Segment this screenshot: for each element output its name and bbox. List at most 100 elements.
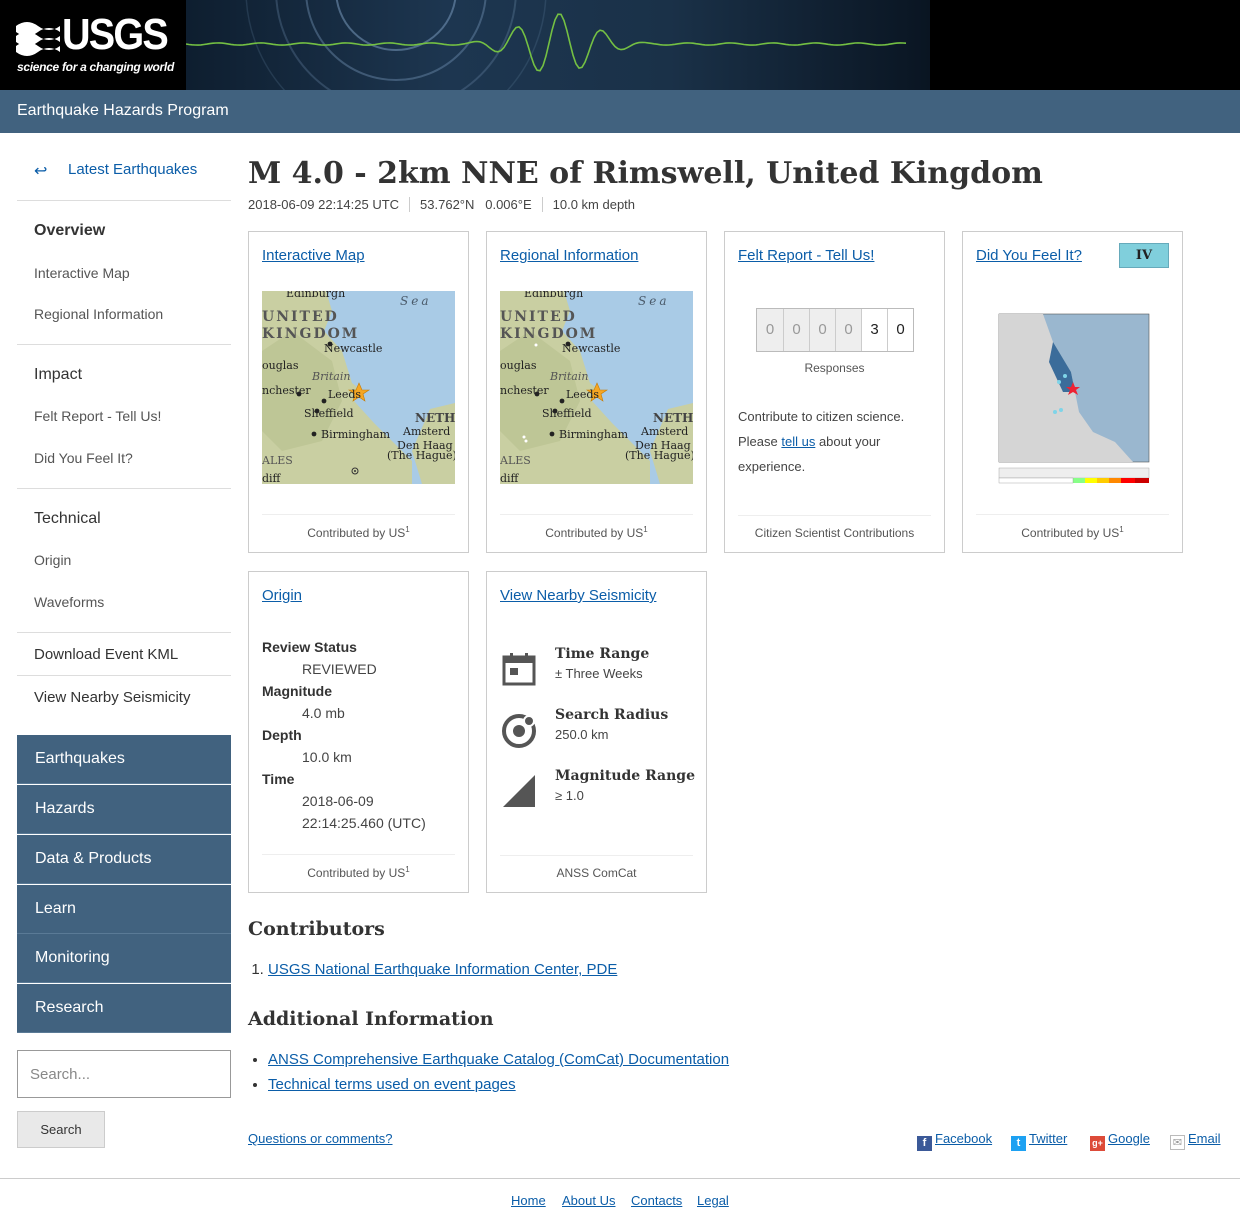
back-arrow-icon: ↩: [34, 163, 48, 180]
map-label: Birmingham: [559, 428, 629, 441]
usgs-logo[interactable]: USGS science for a changing world: [0, 0, 186, 90]
sidebar-item-felt-report[interactable]: Felt Report - Tell Us!: [34, 408, 161, 424]
card-footer: Contributed by US1: [500, 514, 693, 540]
program-bar[interactable]: Earthquake Hazards Program: [0, 90, 1240, 133]
regional-information-link[interactable]: Regional Information: [500, 247, 638, 264]
share-facebook[interactable]: f Facebook: [917, 1131, 992, 1151]
contributed-label: Contributed by US: [545, 526, 644, 540]
nav-monitoring[interactable]: Monitoring: [17, 934, 231, 983]
contributed-label: Contributed by US: [307, 866, 406, 880]
event-time: 2018-06-09 22:14:25 UTC: [248, 197, 400, 212]
usgs-wordmark: USGS: [62, 10, 169, 59]
comcat-documentation-link[interactable]: ANSS Comprehensive Earthquake Catalog (C…: [268, 1051, 729, 1068]
share-label[interactable]: Facebook: [935, 1131, 992, 1146]
program-title[interactable]: Earthquake Hazards Program: [17, 102, 229, 120]
card-nearby-seismicity[interactable]: View Nearby Seismicity Time Range ± Thre…: [486, 571, 707, 893]
depth-value: 10.0 km: [302, 749, 352, 765]
share-google[interactable]: g+ Google: [1090, 1131, 1150, 1151]
card-felt-report[interactable]: Felt Report - Tell Us! 0 0 0 0 3 0 Respo…: [724, 231, 945, 553]
usgs-tagline: science for a changing world: [17, 60, 174, 74]
map-label: Edinburgh: [524, 291, 583, 300]
interactive-map-thumbnail[interactable]: Edinburgh Sea UNITED KINGDOM Newcastle o…: [262, 291, 455, 484]
mmi-intensity-badge: IV: [1119, 243, 1169, 268]
tell-us-link[interactable]: tell us: [781, 434, 815, 449]
map-label: Amsterd: [640, 425, 688, 438]
nav-label: Earthquakes: [35, 750, 125, 767]
share-label[interactable]: Twitter: [1029, 1131, 1067, 1146]
search-button[interactable]: Search: [17, 1111, 105, 1148]
card-interactive-map[interactable]: Interactive Map Edinburgh Sea UNITED KIN…: [248, 231, 469, 553]
search-radius-label: Search Radius: [555, 707, 669, 723]
map-label: ouglas: [262, 359, 299, 372]
sidebar-overview[interactable]: Overview: [34, 222, 105, 240]
card-footer: Contributed by US1: [262, 854, 455, 880]
card-footer: Citizen Scientist Contributions: [738, 515, 931, 540]
interactive-map-link[interactable]: Interactive Map: [262, 247, 365, 264]
sidebar-item-origin[interactable]: Origin: [34, 552, 71, 568]
card-footer: Contributed by US1: [976, 514, 1169, 540]
map-label: (The Hague): [625, 449, 693, 462]
origin-link[interactable]: Origin: [262, 587, 302, 604]
map-label: KINGDOM: [500, 326, 597, 342]
card-origin[interactable]: Origin Review Status REVIEWED Magnitude …: [248, 571, 469, 893]
site-header: USGS science for a changing world: [0, 0, 1240, 90]
map-label: Edinburgh: [286, 291, 345, 300]
card-footer: Contributed by US1: [262, 514, 455, 540]
sidebar-item-interactive-map[interactable]: Interactive Map: [34, 265, 130, 281]
nearby-seismicity-link[interactable]: View Nearby Seismicity: [500, 587, 656, 604]
latest-earthquakes-label[interactable]: Latest Earthquakes: [68, 161, 197, 178]
review-status-label: Review Status: [262, 639, 357, 655]
map-label: nchester: [262, 384, 311, 397]
contributors-heading: Contributors: [248, 918, 385, 940]
questions-comments-link[interactable]: Questions or comments?: [248, 1131, 393, 1146]
footnote-marker: 1: [643, 525, 648, 534]
nav-learn[interactable]: Learn: [17, 885, 231, 934]
event-summary: 2018-06-09 22:14:25 UTC 53.762°N 0.006°E 1…: [248, 197, 645, 212]
footer-legal-link[interactable]: Legal: [697, 1193, 729, 1208]
page-title: M 4.0 - 2km NNE of Rimswell, United King…: [248, 156, 1043, 191]
dyfi-link[interactable]: Did You Feel It?: [976, 247, 1082, 264]
sidebar-technical[interactable]: Technical: [34, 510, 101, 528]
counter-digit: 0: [757, 309, 783, 351]
nav-label: Monitoring: [35, 949, 110, 966]
share-label[interactable]: Google: [1108, 1131, 1150, 1146]
footer-contacts-link[interactable]: Contacts: [631, 1193, 682, 1208]
dyfi-intensity-map[interactable]: [983, 292, 1166, 492]
radius-target-icon: [502, 714, 536, 748]
regional-map-thumbnail[interactable]: Edinburgh Sea UNITED KINGDOM Newcastle o…: [500, 291, 693, 484]
footer-about-link[interactable]: About Us: [562, 1193, 615, 1208]
counter-digit: 0: [835, 309, 861, 351]
nav-label: Hazards: [35, 800, 95, 817]
nav-data-products[interactable]: Data & Products: [17, 835, 231, 884]
time-range-value: ± Three Weeks: [555, 666, 643, 681]
sidebar-download-kml[interactable]: Download Event KML: [34, 646, 178, 663]
time-value-clock: 22:14:25.460 (UTC): [302, 815, 426, 831]
card-regional-information[interactable]: Regional Information Edinburgh Sea UNITE…: [486, 231, 707, 553]
nav-earthquakes[interactable]: Earthquakes: [17, 735, 231, 784]
share-twitter[interactable]: t Twitter: [1011, 1131, 1067, 1151]
map-label: UNITED: [500, 309, 577, 325]
felt-report-link[interactable]: Felt Report - Tell Us!: [738, 247, 874, 264]
contributor-link[interactable]: USGS National Earthquake Information Cen…: [268, 961, 617, 978]
latest-earthquakes-link[interactable]: ↩ Latest Earthquakes: [17, 155, 231, 201]
footer-home-link[interactable]: Home: [511, 1193, 546, 1208]
search-input[interactable]: [17, 1050, 231, 1098]
nav-research[interactable]: Research: [17, 984, 231, 1033]
sidebar-item-waveforms[interactable]: Waveforms: [34, 594, 104, 610]
share-email[interactable]: ✉ Email: [1170, 1131, 1221, 1150]
email-icon: ✉: [1170, 1135, 1185, 1150]
nav-hazards[interactable]: Hazards: [17, 785, 231, 834]
map-label: ALES: [500, 454, 531, 467]
time-range-row: Time Range ± Three Weeks: [500, 646, 695, 696]
card-did-you-feel-it[interactable]: Did You Feel It? IV Contributed by US1: [962, 231, 1183, 553]
sidebar-item-dyfi[interactable]: Did You Feel It?: [34, 450, 133, 466]
sidebar-impact[interactable]: Impact: [34, 366, 82, 384]
list-item: Technical terms used on event pages: [268, 1076, 729, 1101]
sidebar-nearby-seismicity[interactable]: View Nearby Seismicity: [34, 689, 190, 706]
share-label[interactable]: Email: [1188, 1131, 1221, 1146]
map-label: KINGDOM: [262, 326, 359, 342]
technical-terms-link[interactable]: Technical terms used on event pages: [268, 1076, 516, 1093]
sidebar-item-regional-information[interactable]: Regional Information: [34, 306, 163, 322]
map-label: (The Hague): [387, 449, 455, 462]
nav-label: Data & Products: [35, 850, 152, 867]
